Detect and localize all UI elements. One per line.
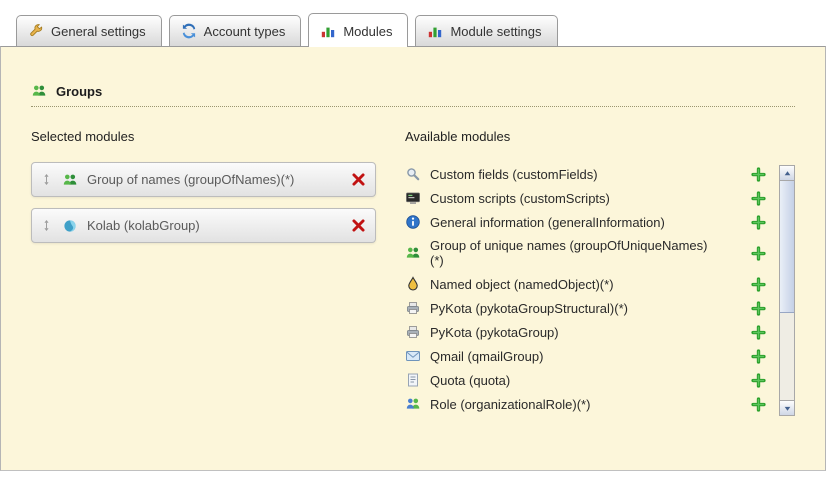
info-icon (405, 214, 421, 230)
tab-label: Modules (343, 24, 392, 39)
scrollbar[interactable] (779, 165, 795, 416)
named-object-icon (405, 276, 421, 292)
available-module-item: General information (generalInformation) (405, 210, 769, 234)
add-module-button[interactable] (751, 397, 766, 412)
available-module-item: Named object (namedObject)(*) (405, 272, 769, 296)
tab-modules[interactable]: Modules (308, 13, 408, 47)
available-module-label: Qmail (qmailGroup) (430, 349, 543, 364)
drag-handle-icon[interactable] (41, 219, 52, 232)
tab-module-settings[interactable]: Module settings (415, 15, 557, 46)
delete-icon (351, 172, 366, 187)
tab-bar: General settings Account types Modules M… (0, 0, 826, 46)
tab-general-settings[interactable]: General settings (16, 15, 162, 46)
add-module-button[interactable] (751, 191, 766, 206)
available-module-label: Custom scripts (customScripts) (430, 191, 610, 206)
add-module-button[interactable] (751, 246, 766, 261)
tab-label: Account types (204, 24, 286, 39)
selected-module-item[interactable]: Kolab (kolabGroup) (31, 208, 376, 243)
add-icon (751, 325, 766, 340)
available-module-label: Quota (quota) (430, 373, 510, 388)
available-module-label: Role (organizationalRole)(*) (430, 397, 590, 412)
available-module-item: PyKota (pykotaGroupStructural)(*) (405, 296, 769, 320)
kolab-icon (62, 218, 78, 234)
available-module-label: Custom fields (customFields) (430, 167, 598, 182)
printer-icon (405, 324, 421, 340)
available-module-label: Group of unique names (groupOfUniqueName… (430, 238, 715, 268)
add-module-button[interactable] (751, 301, 766, 316)
available-module-item: Role (organizationalRole)(*) (405, 392, 769, 416)
tab-label: Module settings (450, 24, 541, 39)
add-icon (751, 301, 766, 316)
selected-module-label: Kolab (kolabGroup) (87, 218, 200, 233)
add-icon (751, 191, 766, 206)
available-module-item: Group of unique names (groupOfUniqueName… (405, 234, 769, 272)
available-module-item: Custom scripts (customScripts) (405, 186, 769, 210)
remove-module-button[interactable] (351, 218, 366, 233)
available-module-item: Custom fields (customFields) (405, 162, 769, 186)
role-icon (405, 396, 421, 412)
available-modules-list: Custom fields (customFields) Custom scri… (405, 162, 769, 416)
scroll-down-icon (783, 404, 792, 413)
modules-columns: Selected modules Group of names (groupOf… (31, 129, 795, 416)
available-module-item: PyKota (pykotaGroup) (405, 320, 769, 344)
custom-fields-icon (405, 166, 421, 182)
selected-modules-heading: Selected modules (31, 129, 383, 144)
modules-panel: Groups Selected modules Group of names (… (0, 46, 826, 471)
available-module-label: Named object (namedObject)(*) (430, 277, 614, 292)
available-module-item: Quota (quota) (405, 368, 769, 392)
mail-icon (405, 348, 421, 364)
scrollbar-thumb[interactable] (780, 181, 794, 313)
add-module-button[interactable] (751, 373, 766, 388)
add-icon (751, 167, 766, 182)
available-modules-heading: Available modules (405, 129, 769, 144)
add-icon (751, 277, 766, 292)
add-module-button[interactable] (751, 277, 766, 292)
group-icon (405, 245, 421, 261)
drag-handle-icon[interactable] (41, 173, 52, 186)
add-module-button[interactable] (751, 325, 766, 340)
module-settings-icon (427, 23, 443, 39)
available-module-label: PyKota (pykotaGroup) (430, 325, 559, 340)
available-modules-column: Available modules Custom fields (customF… (405, 129, 795, 416)
add-icon (751, 246, 766, 261)
add-icon (751, 349, 766, 364)
scroll-up-icon (783, 169, 792, 178)
gear-icon (181, 23, 197, 39)
custom-scripts-icon (405, 190, 421, 206)
selected-module-label: Group of names (groupOfNames)(*) (87, 172, 294, 187)
add-module-button[interactable] (751, 215, 766, 230)
tab-label: General settings (51, 24, 146, 39)
section-title: Groups (56, 84, 102, 99)
section-heading: Groups (31, 47, 795, 107)
add-icon (751, 373, 766, 388)
add-module-button[interactable] (751, 349, 766, 364)
selected-modules-list: Group of names (groupOfNames)(*) Kolab (… (31, 162, 383, 243)
add-module-button[interactable] (751, 167, 766, 182)
group-icon (62, 172, 78, 188)
delete-icon (351, 218, 366, 233)
lam-configuration-page: General settings Account types Modules M… (0, 0, 826, 482)
available-module-item: Qmail (qmailGroup) (405, 344, 769, 368)
modules-icon (320, 23, 336, 39)
selected-module-item[interactable]: Group of names (groupOfNames)(*) (31, 162, 376, 197)
printer-icon (405, 300, 421, 316)
available-module-label: PyKota (pykotaGroupStructural)(*) (430, 301, 628, 316)
wrench-icon (28, 23, 44, 39)
scrollbar-up-button[interactable] (780, 166, 794, 181)
scrollbar-down-button[interactable] (780, 400, 794, 415)
selected-modules-column: Selected modules Group of names (groupOf… (31, 129, 383, 416)
add-icon (751, 215, 766, 230)
tab-account-types[interactable]: Account types (169, 15, 302, 46)
groups-icon (31, 83, 47, 99)
available-module-label: General information (generalInformation) (430, 215, 665, 230)
remove-module-button[interactable] (351, 172, 366, 187)
add-icon (751, 397, 766, 412)
quota-icon (405, 372, 421, 388)
